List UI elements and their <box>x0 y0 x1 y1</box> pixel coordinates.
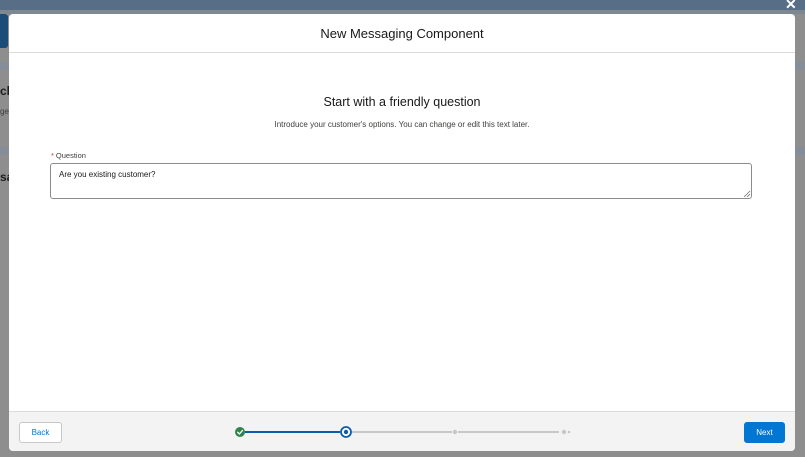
background-header <box>0 0 805 10</box>
progress-step-current-icon[interactable] <box>340 426 352 438</box>
resize-handle-icon[interactable] <box>742 189 751 198</box>
question-label: * Question <box>51 151 86 160</box>
progress-indicator <box>235 426 571 438</box>
background-strip-left <box>0 62 9 70</box>
modal-dialog: New Messaging Component Start with a fri… <box>9 14 795 451</box>
next-button[interactable]: Next <box>744 422 785 443</box>
required-marker: * <box>51 151 54 160</box>
background-side-button <box>0 14 8 48</box>
modal-header: New Messaging Component <box>9 14 795 53</box>
progress-step-tail-icon <box>567 430 571 434</box>
background-strip-right <box>795 62 805 70</box>
close-icon[interactable]: ✕ <box>785 0 797 13</box>
step-heading: Start with a friendly question <box>323 95 481 109</box>
background-strip-left-2 <box>0 147 9 155</box>
step-description: Introduce your customer's options. You c… <box>274 120 530 129</box>
question-textarea[interactable]: Are you existing customer? <box>50 163 752 199</box>
progress-step-icon[interactable] <box>561 429 567 435</box>
progress-step-complete-icon[interactable] <box>235 427 245 437</box>
background-text: ge <box>0 107 9 116</box>
modal-title: New Messaging Component <box>320 25 484 41</box>
progress-step-icon[interactable] <box>452 429 458 435</box>
modal-footer: Back Next <box>9 411 795 451</box>
background-strip-right-2 <box>795 147 805 155</box>
question-label-text: Question <box>55 151 86 160</box>
